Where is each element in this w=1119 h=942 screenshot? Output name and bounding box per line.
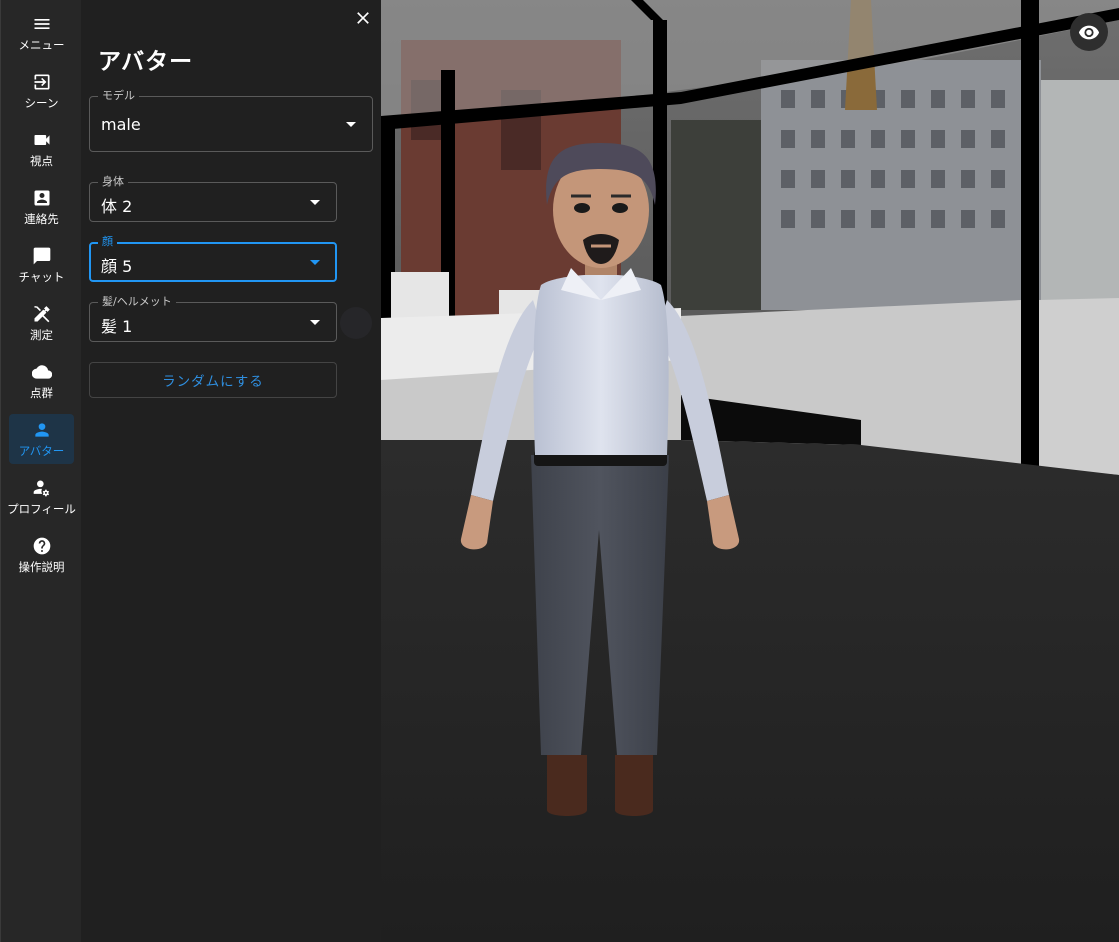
panel-title: アバター	[98, 49, 194, 75]
nav-rail: メニュー シーン 視点 連絡先 チャット 測定 点群 アバター プロフィール 操…	[0, 0, 81, 942]
rail-item-label: 連絡先	[24, 212, 59, 226]
randomize-button[interactable]: ランダムにする	[89, 362, 337, 398]
face-select-value: 顔 5	[101, 257, 133, 276]
chevron-down-icon	[310, 200, 320, 205]
chevron-down-icon	[310, 320, 320, 325]
rail-item-contacts[interactable]: 連絡先	[9, 182, 74, 232]
eye-icon	[1078, 25, 1100, 40]
menu-icon	[30, 12, 54, 36]
rail-item-viewpoint[interactable]: 視点	[9, 124, 74, 174]
rail-item-label: プロフィール	[7, 502, 76, 516]
chevron-down-icon	[310, 260, 320, 265]
help-icon	[30, 534, 54, 558]
face-select[interactable]: 顔 顔 5	[89, 235, 337, 282]
model-select-value: male	[101, 115, 141, 134]
rail-item-menu[interactable]: メニュー	[9, 8, 74, 58]
body-select[interactable]: 身体 体 2	[89, 175, 337, 222]
visibility-toggle-button[interactable]	[1070, 13, 1108, 51]
face-select-label: 顔	[98, 235, 117, 249]
rail-item-profile[interactable]: プロフィール	[7, 472, 76, 522]
hair-select[interactable]: 髪/ヘルメット 髪 1	[89, 295, 337, 342]
videocam-icon	[30, 128, 54, 152]
rail-item-label: メニュー	[18, 38, 65, 52]
rail-item-label: アバター	[18, 444, 65, 458]
rail-item-label: 点群	[30, 386, 53, 400]
body-select-label: 身体	[98, 175, 128, 189]
rail-item-measure[interactable]: 測定	[9, 298, 74, 348]
chat-icon	[30, 244, 54, 268]
cloud-icon	[30, 360, 54, 384]
rail-item-help[interactable]: 操作説明	[9, 530, 74, 580]
body-select-value: 体 2	[101, 197, 133, 216]
person-gear-icon	[30, 476, 54, 500]
rail-item-label: 操作説明	[18, 560, 65, 574]
rail-item-chat[interactable]: チャット	[9, 240, 74, 290]
ripple-indicator	[340, 307, 372, 339]
rail-item-label: チャット	[18, 270, 65, 284]
avatar-viewport[interactable]	[381, 0, 1119, 942]
contact-icon	[30, 186, 54, 210]
rail-item-label: シーン	[24, 96, 59, 110]
rail-item-avatar[interactable]: アバター	[9, 414, 74, 464]
model-select[interactable]: モデル male	[89, 89, 373, 152]
close-button[interactable]	[351, 6, 375, 30]
scene-render	[381, 0, 1119, 942]
avatar-panel: アバター モデル male 身体 体 2 顔 顔 5 髪/ヘルメット 髪 1 ラ…	[81, 0, 381, 942]
rail-item-label: 視点	[30, 154, 53, 168]
chevron-down-icon	[346, 122, 356, 127]
hair-select-label: 髪/ヘルメット	[98, 295, 176, 309]
login-icon	[30, 70, 54, 94]
rail-item-label: 測定	[30, 328, 53, 342]
rail-item-scene[interactable]: シーン	[9, 66, 74, 116]
model-select-label: モデル	[98, 89, 139, 103]
close-icon	[357, 12, 369, 24]
hair-select-value: 髪 1	[101, 317, 133, 336]
ruler-pencil-icon	[30, 302, 54, 326]
rail-item-point-cloud[interactable]: 点群	[9, 356, 74, 406]
person-icon	[30, 418, 54, 442]
